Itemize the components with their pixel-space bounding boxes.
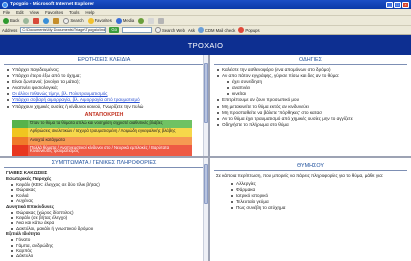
mail-icon bbox=[148, 17, 155, 24]
go-button[interactable]: Go bbox=[109, 27, 119, 33]
key-questions-frame: ΕΡΩΤΗΣΕΙΣ ΚΛΕΙΔΙΑ Υπάρχει παγιδευμένος; … bbox=[0, 55, 208, 156]
menu-file[interactable]: File bbox=[3, 10, 10, 15]
page-title: ΤΡΟΧΑΙΟ bbox=[187, 40, 224, 50]
instructions-title: ΟΔΗΓΙΕΣ bbox=[299, 57, 322, 63]
forward-arrow-icon bbox=[23, 17, 30, 24]
history-icon bbox=[138, 17, 145, 24]
home-button[interactable] bbox=[53, 17, 60, 24]
popup-blocker-icon bbox=[238, 27, 245, 33]
reminder-title: ΘΥΜΗΣΟΥ bbox=[297, 163, 324, 169]
back-arrow-icon bbox=[3, 17, 9, 24]
priority-row-orange: Ανοιχτά κατάγματα bbox=[12, 136, 192, 146]
section-divider bbox=[214, 64, 407, 65]
group3-list: Γόνατο Γάμπα, ανδρώδης Καρπός Δάκτυλο bbox=[0, 237, 208, 259]
section-divider bbox=[4, 64, 204, 65]
list-item: Αυχένας bbox=[11, 198, 208, 203]
star-icon bbox=[87, 17, 94, 24]
reminder-frame: ΘΥΜΗΣΟΥ Σε κάποια περίπτωση, που μπορείς… bbox=[210, 158, 411, 261]
favorites-button[interactable]: Favorites bbox=[87, 17, 112, 24]
window-title: Τροχαίο - Microsoft Internet Explorer bbox=[10, 2, 95, 7]
priority-text: Αρθρώσεις σκελετικών / Ισχυρά τραυματισμ… bbox=[28, 128, 192, 137]
forward-button[interactable] bbox=[23, 17, 30, 24]
priority-row-green: Όταν το θύμα τα θύματα απλώ και νοσηρίση… bbox=[12, 119, 192, 129]
maximize-button[interactable]: □ bbox=[394, 1, 401, 8]
home-icon bbox=[53, 17, 60, 24]
web-search-input[interactable] bbox=[121, 27, 152, 33]
bleeding-link[interactable]: Υπάρχει σοβαρή αιμορραγία, βλ. Αιμορραγί… bbox=[12, 97, 140, 102]
mail-check-button[interactable]: CDM Mail check bbox=[197, 27, 235, 33]
search-web-button[interactable]: Search Web bbox=[154, 27, 185, 33]
list-item: Υπάρχουν χημικές ουσίες ή κίνδυνοι κοινο… bbox=[7, 104, 208, 110]
mail-check-icon bbox=[197, 27, 204, 33]
priority-text: Όταν το θύμα τα θύματα απλώ και νοσηρίση… bbox=[28, 119, 192, 129]
history-button[interactable] bbox=[138, 17, 145, 24]
key-questions-title: ΕΡΩΤΗΣΕΙΣ ΚΛΕΙΔΙΑ bbox=[77, 57, 131, 63]
mail-button[interactable] bbox=[148, 17, 155, 24]
priority-swatch bbox=[12, 136, 28, 146]
media-button[interactable]: Media bbox=[115, 17, 134, 24]
ie-logo-icon bbox=[2, 1, 8, 8]
address-bar: Address C:\Documents\My Documents\Triage… bbox=[0, 26, 411, 35]
section-divider bbox=[214, 170, 407, 171]
frame-divider-horizontal[interactable] bbox=[0, 156, 411, 158]
key-questions-list: Υπάρχει παγιδευμένος; Υπάρχει έτερο έξω … bbox=[0, 67, 208, 110]
priority-row-yellow: Αρθρώσεις σκελετικών / Ισχυρά τραυματισμ… bbox=[12, 128, 192, 137]
ask-button[interactable]: Ask bbox=[188, 28, 195, 33]
priority-text: Πολλά θύματα / Αναπνευστικοί κίνδυνοι στ… bbox=[28, 145, 192, 156]
stop-icon bbox=[33, 17, 40, 24]
reminder-list: Αλλεργίες Φάρμακα Ιατρικό ιστορικό Τελευ… bbox=[210, 181, 411, 211]
priority-text: Ανοιχτά κατάγματα bbox=[28, 136, 192, 146]
print-icon bbox=[158, 17, 165, 24]
priority-swatch bbox=[12, 119, 28, 129]
refresh-button[interactable] bbox=[43, 17, 50, 24]
print-button[interactable] bbox=[158, 17, 165, 24]
search-button[interactable]: Search bbox=[63, 17, 84, 24]
address-label: Address bbox=[2, 27, 18, 33]
media-icon bbox=[115, 17, 122, 24]
priority-table: Όταν το θύμα τα θύματα απλώ και νοσηρίση… bbox=[12, 119, 192, 156]
section-divider bbox=[4, 167, 204, 168]
browser-toolbar: Back Search Favorites Media bbox=[0, 16, 411, 26]
group2-list: Θώρακας (χώρος δίοπτιλος) Κεφάλι (σε βήτ… bbox=[0, 210, 208, 232]
instructions-list-2: Επιτρέπουμε αν ζουν προσωπικό μου Μη μετ… bbox=[210, 97, 411, 127]
instructions-list: Καλέστε την ασθενοφόρο (ενα απομόνων στο… bbox=[210, 67, 411, 79]
window-controls: _ □ × bbox=[386, 1, 409, 8]
search-web-icon bbox=[154, 27, 161, 33]
close-button[interactable]: × bbox=[402, 1, 409, 8]
menu-help[interactable]: Help bbox=[85, 10, 94, 15]
refresh-icon bbox=[43, 17, 50, 24]
menu-tools[interactable]: Tools bbox=[69, 10, 79, 15]
popups-button[interactable]: Popups bbox=[238, 27, 260, 33]
menu-favorites[interactable]: Favorites bbox=[45, 10, 63, 15]
instructions-frame: ΟΔΗΓΙΕΣ Καλέστε την ασθενοφόρο (ενα απομ… bbox=[210, 55, 411, 156]
instructions-sublist: έχει συνείδηση αναπνέει κινείται bbox=[210, 79, 411, 97]
group1-list: Κεφάλι (ΚΕΚ: έλεγχος σε δύο τίλικ βήτας)… bbox=[0, 182, 208, 204]
search-icon bbox=[63, 17, 70, 24]
minimize-button[interactable]: _ bbox=[386, 1, 393, 8]
frame-divider-vertical[interactable] bbox=[208, 55, 210, 261]
response-title: ΑΝΤΑΠΟΚΡΙΣΗ bbox=[84, 111, 124, 118]
symptoms-title: ΣΥΜΠΤΩΜΑΤΑ / ΓΕΝΙΚΕΣ ΠΛΗΡΟΦΟΡΙΕΣ bbox=[51, 160, 157, 166]
stop-button[interactable] bbox=[33, 17, 40, 24]
reminder-text: Σε κάποια περίπτωση, που μπορείς να πάρε… bbox=[216, 173, 384, 178]
page-header: ΤΡΟΧΑΙΟ bbox=[0, 35, 411, 55]
list-item: Δακτύλοι, μακάλι ή γνωστικού δρόμου bbox=[11, 226, 208, 231]
symptoms-frame: ΣΥΜΠΤΩΜΑΤΑ / ΓΕΝΙΚΕΣ ΠΛΗΡΟΦΟΡΙΕΣ ΓΙΑΒΕΣ … bbox=[0, 158, 208, 261]
list-item: Οδηγήστε το πλήρωμα στο θύμα bbox=[217, 122, 411, 128]
menu-bar: File Edit View Favorites Tools Help bbox=[0, 9, 411, 16]
address-input[interactable]: C:\Documents\My Documents\Triage\Τροχαίο… bbox=[20, 27, 107, 33]
priority-swatch bbox=[12, 128, 28, 137]
priority-row-red: Πολλά θύματα / Αναπνευστικοί κίνδυνοι στ… bbox=[12, 145, 192, 156]
back-button[interactable]: Back bbox=[3, 17, 19, 24]
list-item: Δάκτυλο bbox=[11, 253, 208, 258]
list-item: Πως συνέβη το ατύχημα bbox=[231, 205, 411, 211]
priority-swatch bbox=[12, 145, 28, 156]
menu-view[interactable]: View bbox=[30, 10, 39, 15]
polytrauma-link[interactable]: Οι άλλοι πιθανώς τίμην, βλ. Πολυτραυματι… bbox=[12, 91, 108, 96]
menu-edit[interactable]: Edit bbox=[16, 10, 24, 15]
window-titlebar: Τροχαίο - Microsoft Internet Explorer _ … bbox=[0, 0, 411, 9]
